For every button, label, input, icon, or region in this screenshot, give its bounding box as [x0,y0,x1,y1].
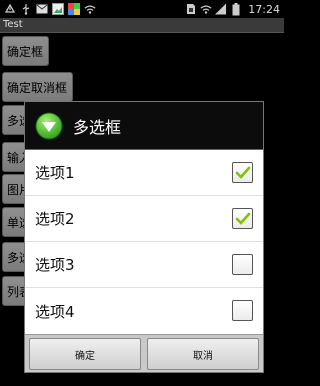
status-bar: 17:24 [0,0,284,18]
notification-icon [4,3,16,15]
sim-icon [185,3,197,15]
status-left [4,3,96,15]
dialog-button-bar: 确定 取消 [25,334,263,372]
multi-choice-dialog: 多选框 选项1 选项2 选项3 选项4 确定 取消 [24,101,264,373]
wifi-icon [200,3,212,15]
status-clock: 17:24 [248,2,280,16]
checkmark-icon [235,212,251,225]
option-item-3[interactable]: 选项3 [25,242,263,288]
dialog-title: 多选框 [73,117,122,137]
app-icon [68,3,80,15]
option-label: 选项2 [35,210,75,228]
option-checkbox-3[interactable] [232,254,253,275]
option-checkbox-2[interactable] [232,208,253,229]
signal-icon [215,3,227,15]
option-item-1[interactable]: 选项1 [25,150,263,196]
option-label: 选项3 [35,256,75,274]
option-item-2[interactable]: 选项2 [25,196,263,242]
battery-icon [230,2,242,15]
option-label: 选项4 [35,302,75,321]
status-right: 17:24 [185,2,280,16]
option-checkbox-1[interactable] [232,162,253,183]
option-checkbox-4[interactable] [232,300,253,321]
message-icon [36,3,48,15]
option-item-4[interactable]: 选项4 [25,288,263,334]
usb-icon [20,3,32,15]
ok-button[interactable]: 确定 [29,338,141,370]
option-label: 选项1 [35,164,75,182]
dialog-header: 多选框 [25,102,263,150]
app-title-bar: Test [0,18,284,33]
image-icon [52,3,64,15]
wifi-icon [84,3,96,15]
dropdown-arrow-icon [35,112,63,139]
cancel-button[interactable]: 取消 [147,338,259,370]
dialog-options-list: 选项1 选项2 选项3 选项4 [25,150,263,334]
app-title: Test [3,19,23,30]
checkmark-icon [235,166,251,179]
